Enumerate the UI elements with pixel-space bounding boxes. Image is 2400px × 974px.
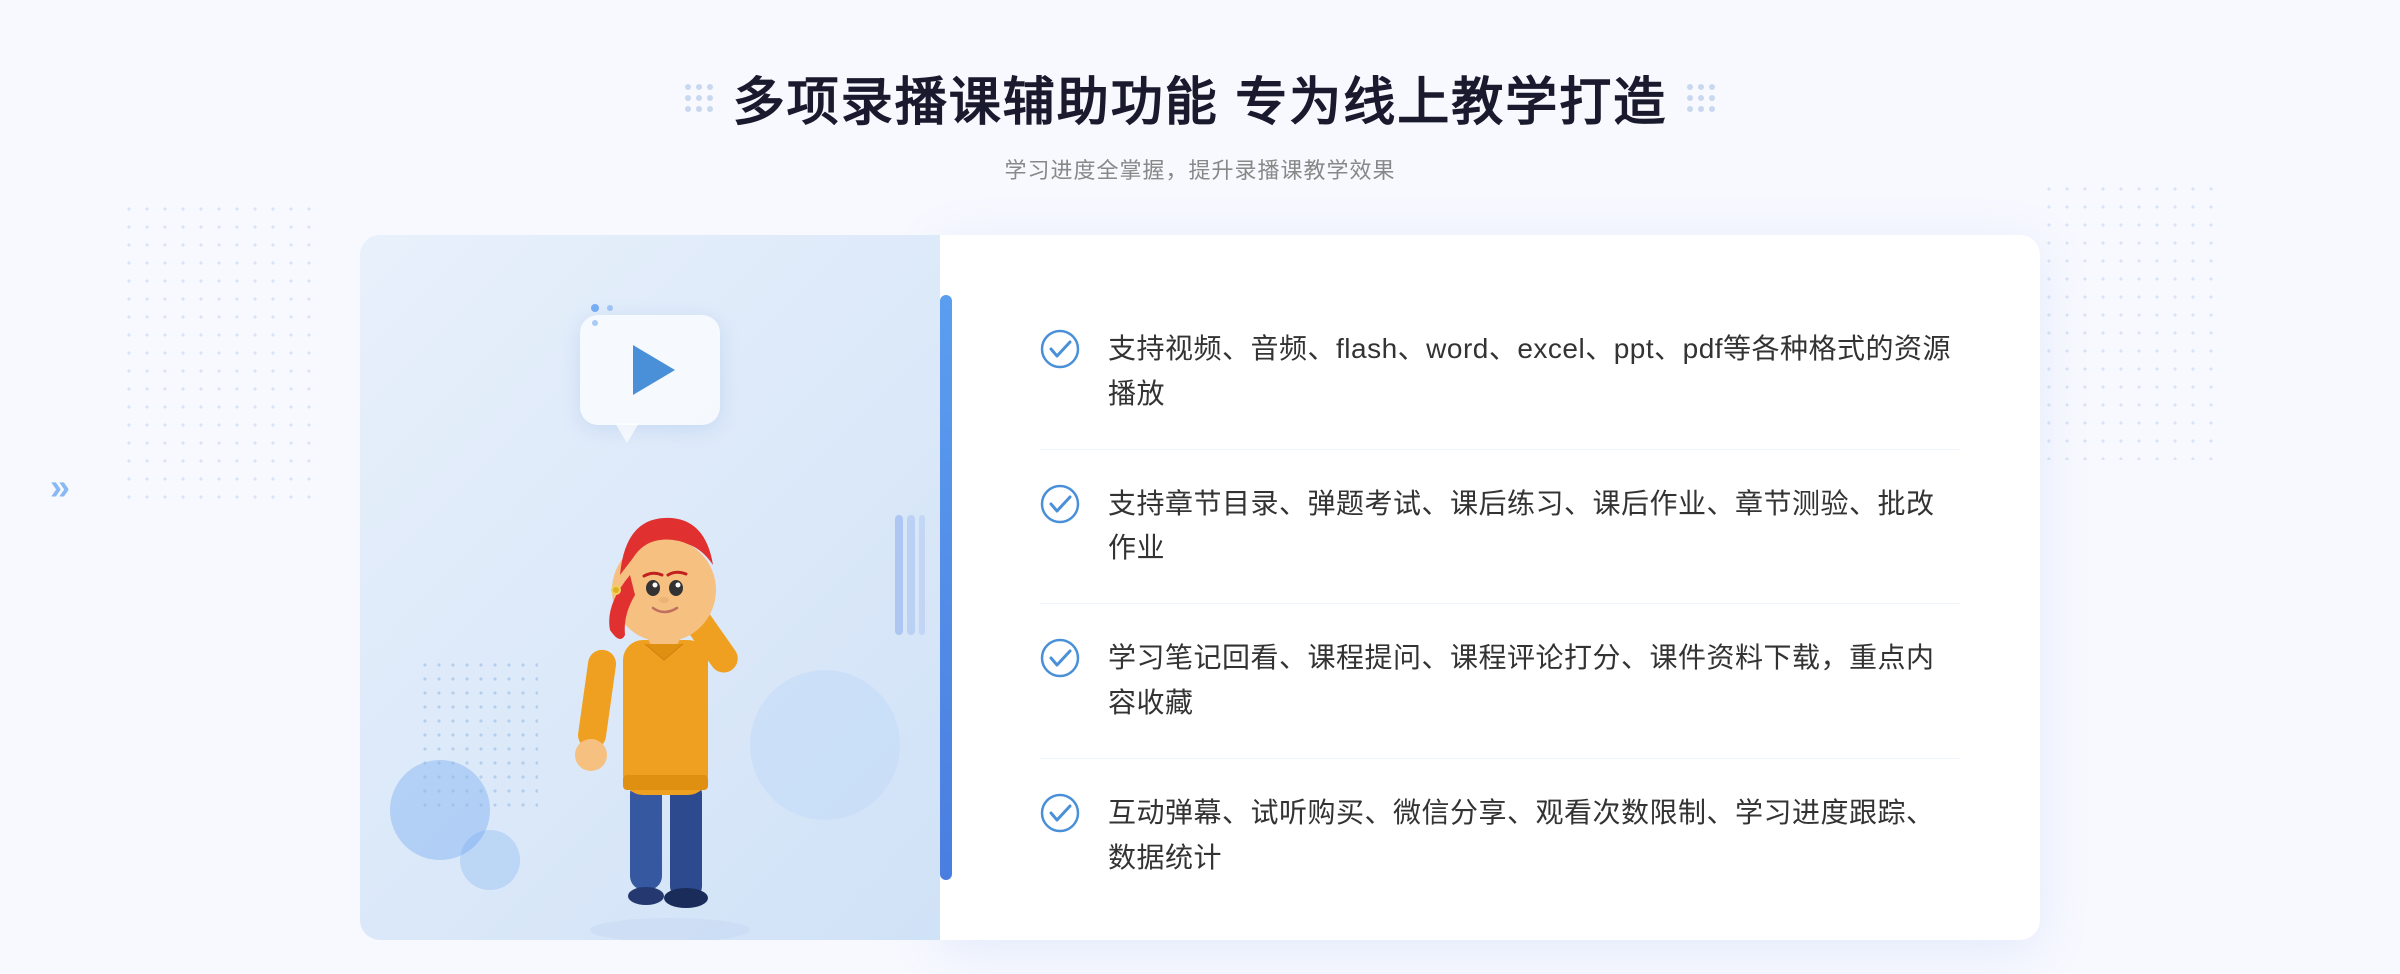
dot	[1698, 84, 1704, 90]
title-dots-right	[1687, 84, 1715, 112]
dot-pattern-right	[2040, 180, 2220, 460]
dot	[707, 84, 713, 90]
decorative-circle-small	[460, 830, 520, 890]
page-container: » 多项录播课	[0, 0, 2400, 974]
feature-text-2: 支持章节目录、弹题考试、课后练习、课后作业、章节测验、批改作业	[1108, 482, 1960, 572]
header-title-wrapper: 多项录播课辅助功能 专为线上教学打造	[685, 60, 1715, 135]
dot	[685, 95, 691, 101]
dot	[696, 106, 702, 112]
play-triangle-icon	[633, 345, 675, 395]
dot	[1687, 95, 1693, 101]
features-card-inner: 支持视频、音频、flash、word、excel、ppt、pdf等各种格式的资源…	[1040, 295, 1960, 880]
feature-text-1: 支持视频、音频、flash、word、excel、ppt、pdf等各种格式的资源…	[1108, 327, 1960, 417]
feature-item: 支持章节目录、弹题考试、课后练习、课后作业、章节测验、批改作业	[1040, 450, 1960, 605]
feature-item: 支持视频、音频、flash、word、excel、ppt、pdf等各种格式的资源…	[1040, 295, 1960, 450]
check-circle-icon	[1040, 638, 1080, 678]
dot	[1709, 106, 1715, 112]
feature-item: 学习笔记回看、课程提问、课程评论打分、课件资料下载，重点内容收藏	[1040, 604, 1960, 759]
dot	[696, 84, 702, 90]
dot	[1709, 95, 1715, 101]
check-circle-icon	[1040, 793, 1080, 833]
check-circle-icon	[1040, 329, 1080, 369]
dot	[1709, 84, 1715, 90]
feature-text-4: 互动弹幕、试听购买、微信分享、观看次数限制、学习进度跟踪、数据统计	[1108, 791, 1960, 881]
feature-text-3: 学习笔记回看、课程提问、课程评论打分、课件资料下载，重点内容收藏	[1108, 636, 1960, 726]
dot	[707, 106, 713, 112]
stripe-decoration	[895, 515, 925, 640]
dot	[685, 84, 691, 90]
character-illustration	[515, 420, 815, 940]
title-dots-left	[685, 84, 713, 112]
dot	[1698, 106, 1704, 112]
left-arrow-decoration: »	[50, 466, 70, 508]
illustration-area	[360, 235, 940, 940]
page-subtitle: 学习进度全掌握，提升录播课教学效果	[685, 153, 1715, 185]
dot	[685, 106, 691, 112]
feature-item: 互动弹幕、试听购买、微信分享、观看次数限制、学习进度跟踪、数据统计	[1040, 759, 1960, 881]
main-content: 支持视频、音频、flash、word、excel、ppt、pdf等各种格式的资源…	[360, 235, 2040, 940]
dot	[1687, 84, 1693, 90]
page-title: 多项录播课辅助功能 专为线上教学打造	[733, 60, 1667, 135]
features-card: 支持视频、音频、flash、word、excel、ppt、pdf等各种格式的资源…	[940, 235, 2040, 940]
dot-pattern-left	[120, 200, 320, 500]
dot	[1687, 106, 1693, 112]
sparkle-decoration	[590, 303, 620, 338]
blue-accent-bar	[940, 295, 952, 880]
dot	[707, 95, 713, 101]
dot	[1698, 95, 1704, 101]
header-section: 多项录播课辅助功能 专为线上教学打造	[685, 0, 1715, 185]
check-circle-icon	[1040, 484, 1080, 524]
dot	[696, 95, 702, 101]
